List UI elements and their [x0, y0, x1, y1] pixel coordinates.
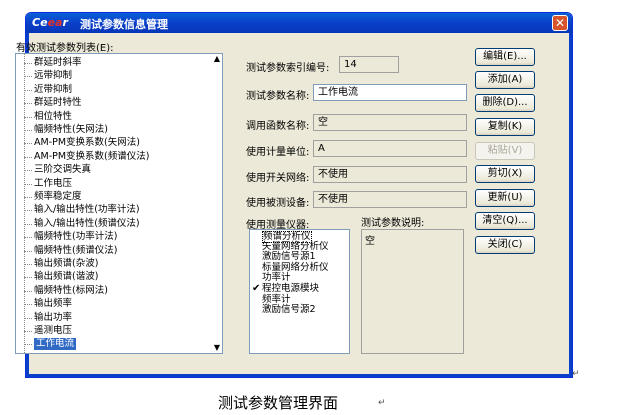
desc-label: 测试参数说明: — [361, 218, 425, 229]
figure-caption: 测试参数管理界面 — [218, 394, 339, 412]
param-list-item[interactable]: 输入/输出特性(频谱仪法) — [34, 218, 140, 230]
param-list-item[interactable]: 输出频谱(杂波) — [34, 258, 98, 270]
scroll-down-icon[interactable]: ▼ — [212, 343, 222, 353]
scroll-up-icon[interactable]: ▲ — [212, 54, 222, 64]
tree-tick — [24, 197, 32, 198]
tree-tick — [24, 210, 32, 212]
unit-label: 使用计量单位: — [246, 147, 310, 158]
delete-button[interactable]: 删除(D)... — [475, 94, 535, 112]
tree-tick — [24, 317, 32, 319]
tree-tick — [24, 143, 32, 145]
param-list-item[interactable]: 幅频特性(标网法) — [34, 285, 108, 297]
param-list-item[interactable]: 幅频特性(矢网法) — [34, 124, 108, 136]
tree-tick — [24, 264, 32, 265]
param-list-item[interactable]: 远带抑制 — [34, 70, 72, 82]
tree-tick — [24, 156, 32, 158]
instrument-item[interactable]: 激励信号源1 — [262, 252, 316, 262]
switch-label: 使用开关网络: — [246, 173, 310, 184]
tree-tick — [24, 116, 32, 118]
index-field[interactable]: 14 — [339, 56, 399, 73]
name-field[interactable]: 工作电流 — [313, 84, 467, 101]
name-label: 测试参数名称: — [246, 91, 310, 102]
close-button[interactable]: 关闭(C) — [475, 236, 535, 254]
tree-tick — [24, 170, 32, 172]
app-logo: Ceear — [32, 16, 68, 29]
param-list-item[interactable]: 近带抑制 — [34, 84, 72, 96]
tree-tick — [24, 304, 32, 306]
param-list-item[interactable]: AM-PM变换系数(频谱仪法) — [34, 151, 149, 163]
instrument-checklist[interactable]: 频谱分析仪 矢量网络分析仪 激励信号源1 标量网络分析仪 功率计 ✔ 程控电源模块 频率计 激励… — [249, 229, 350, 354]
param-list-item[interactable]: 频率稳定度 — [34, 191, 82, 203]
window-title: 测试参数信息管理 — [80, 18, 168, 31]
param-list-item[interactable]: 三阶交调失真 — [34, 164, 91, 176]
func-field[interactable]: 空 — [313, 114, 467, 131]
func-label: 调用函数名称: — [246, 121, 310, 132]
param-list-label: 有效测试参数列表(E): — [16, 43, 114, 54]
index-label: 测试参数索引编号: — [246, 63, 330, 74]
dut-field[interactable]: 不使用 — [313, 191, 467, 208]
tree-tick — [24, 130, 32, 131]
param-list-item[interactable]: 输出频率 — [34, 298, 72, 310]
tree-tick — [24, 63, 32, 64]
param-list-item[interactable]: 幅频特性(功率计法) — [34, 231, 117, 243]
paragraph-mark: ↵ — [572, 369, 580, 379]
instrument-item[interactable]: 功率计 — [262, 273, 291, 283]
param-list-item[interactable]: 输出功率 — [34, 312, 72, 324]
checkmark-icon: ✔ — [252, 283, 261, 294]
param-list-item[interactable]: 群延时特性 — [34, 97, 82, 109]
update-button[interactable]: 更新(U) — [475, 189, 535, 207]
switch-field[interactable]: 不使用 — [313, 166, 467, 183]
tree-tick — [24, 183, 32, 185]
param-list-item[interactable]: 幅频特性(频谱仪法) — [34, 245, 117, 257]
clear-button[interactable]: 清空(Q)... — [475, 212, 535, 230]
param-list-item[interactable]: AM-PM变换系数(矢网法) — [34, 137, 140, 149]
tree-tick — [24, 89, 32, 91]
tree-tick — [24, 237, 32, 239]
dut-label: 使用被测设备: — [246, 198, 310, 209]
tree-tick — [24, 76, 32, 78]
unit-field[interactable]: A — [313, 140, 467, 157]
param-listbox[interactable]: ▲ ▼ 群延时斜率 远带抑制 近带抑制 群延时特性 相位特性 幅频特性(矢网法) AM-PM… — [15, 53, 223, 354]
tree-tick — [24, 103, 32, 105]
tree-tick — [24, 277, 32, 279]
caption-paragraph-mark: ↵ — [378, 398, 386, 408]
close-icon[interactable]: ✕ — [552, 15, 568, 31]
tree-tick — [24, 290, 32, 292]
cut-button[interactable]: 剪切(X) — [475, 165, 535, 183]
paste-button[interactable]: 粘贴(V) — [475, 142, 535, 160]
instrument-item[interactable]: 程控电源模块 — [262, 284, 319, 294]
tree-tick — [24, 331, 32, 332]
param-list-item[interactable]: 工作电压 — [34, 178, 72, 190]
instrument-item[interactable]: 激励信号源2 — [262, 305, 316, 315]
title-bar[interactable]: Ceear 测试参数信息管理 ✕ — [26, 13, 572, 33]
param-list-item[interactable]: 输入/输出特性(功率计法) — [34, 204, 140, 216]
desc-field[interactable]: 空 — [361, 229, 464, 354]
edit-button[interactable]: 编辑(E)... — [475, 48, 535, 66]
param-list-item[interactable]: 输出频谱(谐波) — [34, 271, 98, 283]
tree-tick — [24, 250, 32, 252]
tree-tick — [24, 223, 32, 225]
tree-connector — [24, 54, 25, 353]
add-button[interactable]: 添加(A) — [475, 71, 535, 89]
param-list-item[interactable]: 相位特性 — [34, 111, 72, 123]
param-list-item[interactable]: 遥测电压 — [34, 325, 72, 337]
tree-tick — [24, 344, 32, 346]
copy-button[interactable]: 复制(K) — [475, 118, 535, 136]
param-list-scrollbar[interactable]: ▲ ▼ — [212, 54, 222, 353]
param-list-item[interactable]: 工作电流 — [34, 338, 77, 351]
param-list-item[interactable]: 群延时斜率 — [34, 57, 82, 69]
